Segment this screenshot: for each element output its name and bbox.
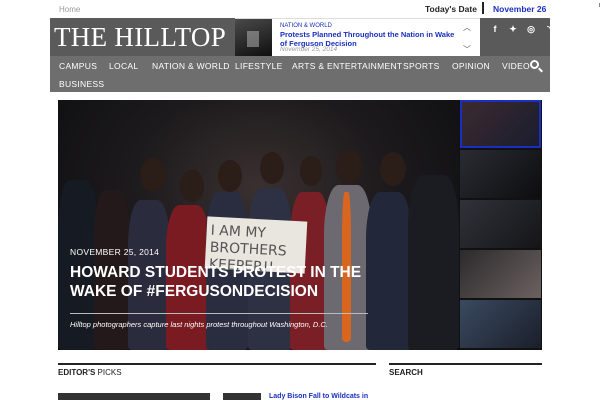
ticker-thumbnail[interactable] xyxy=(235,19,272,57)
ticker-date: November 25, 2014 xyxy=(280,46,338,53)
slide-thumbnail[interactable] xyxy=(460,300,541,348)
section-rule xyxy=(389,363,542,365)
slide-thumbnail[interactable] xyxy=(460,100,541,148)
site-logo[interactable]: THE HILLTOP xyxy=(54,22,226,53)
search-heading: SEARCH xyxy=(389,368,423,377)
slide-thumbnail[interactable] xyxy=(460,150,541,198)
instagram-icon[interactable]: ◎ xyxy=(526,24,536,35)
hero-headline[interactable]: HOWARD STUDENTS PROTEST IN THE WAKE OF #… xyxy=(70,263,370,301)
divider xyxy=(70,313,368,314)
nav-item-opinion[interactable]: OPINION xyxy=(452,61,490,71)
ticker-category[interactable]: NATION & WORLD xyxy=(280,23,332,29)
home-link[interactable]: Home xyxy=(59,5,80,14)
nav-item-arts-entertainment[interactable]: ARTS & ENTERTAINMENT xyxy=(292,61,402,71)
nav-item-business[interactable]: BUSINESS xyxy=(59,79,104,89)
nav-item-nation-world[interactable]: NATION & WORLD xyxy=(152,61,230,71)
chevron-down-icon[interactable]: ﹀ xyxy=(463,44,471,55)
twitter-icon[interactable]: ✦ xyxy=(508,24,518,35)
social-links: f ✦ ◎ ◝ xyxy=(490,24,554,35)
chevron-up-icon[interactable]: ︿ xyxy=(463,22,471,33)
slide-thumbnails xyxy=(459,100,542,350)
site-header: THE HILLTOP NATION & WORLD Protests Plan… xyxy=(50,18,551,57)
editors-picks-heading: EDITOR'S PICKS xyxy=(58,368,122,377)
nav-item-sports[interactable]: SPORTS xyxy=(403,61,440,71)
slide-thumbnail[interactable] xyxy=(460,200,541,248)
hero-excerpt: Hilltop photographers capture last night… xyxy=(70,320,328,329)
top-bar: Home Today's Date November 26 xyxy=(50,0,600,18)
search-icon[interactable] xyxy=(530,60,539,69)
nav-item-local[interactable]: LOCAL xyxy=(109,61,138,71)
main-nav: CAMPUS LOCAL NATION & WORLD LIFESTYLE AR… xyxy=(50,56,550,92)
pick-headline[interactable]: Lady Bison Fall to Wildcats in xyxy=(269,393,368,400)
facebook-icon[interactable]: f xyxy=(490,24,500,35)
hero-date: NOVEMBER 25, 2014 xyxy=(70,247,160,257)
featured-slide[interactable]: I AM MY BROTHERS KEEPER!! NOVEMBER 25, 2… xyxy=(58,100,459,350)
todays-date-label: Today's Date xyxy=(425,4,477,14)
news-ticker[interactable]: NATION & WORLD Protests Planned Througho… xyxy=(235,18,480,57)
slide-thumbnail[interactable] xyxy=(460,250,541,298)
section-rule xyxy=(58,363,376,365)
rss-icon[interactable]: ◝ xyxy=(544,24,554,35)
nav-item-video[interactable]: VIDEO xyxy=(502,61,530,71)
divider xyxy=(482,2,484,14)
nav-item-lifestyle[interactable]: LIFESTYLE xyxy=(235,61,283,71)
nav-item-campus[interactable]: CAMPUS xyxy=(59,61,97,71)
current-date: November 26 xyxy=(493,4,547,14)
pick-image[interactable] xyxy=(58,393,210,400)
pick-thumbnail[interactable] xyxy=(223,393,261,400)
